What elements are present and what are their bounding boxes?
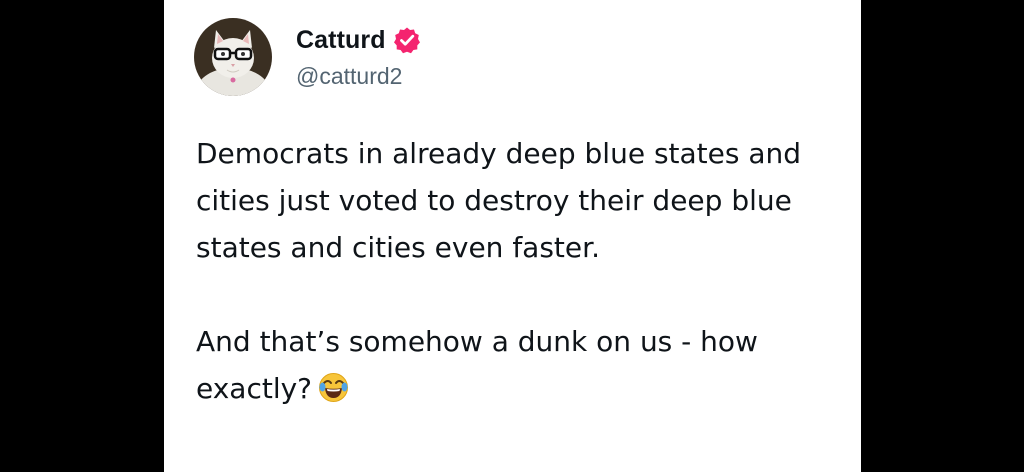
tweet-paragraph-2-text: And that’s somehow a dunk on us - how ex… [196, 325, 758, 405]
display-name[interactable]: Catturd [296, 26, 386, 55]
name-row: Catturd [296, 20, 421, 60]
tweet-paragraph-1: Democrats in already deep blue states an… [196, 137, 802, 264]
cat-with-glasses-avatar-icon [194, 18, 272, 96]
screenshot-frame: Catturd @catturd2 Democrats in already d… [0, 0, 1024, 472]
tweet-header: Catturd @catturd2 [194, 18, 421, 96]
verified-badge-icon [393, 26, 421, 54]
tweet-paragraph-2: And that’s somehow a dunk on us - how ex… [196, 318, 846, 412]
face-with-tears-of-joy-emoji-icon [318, 370, 349, 402]
tweet-body: Democrats in already deep blue states an… [196, 130, 846, 412]
tweet-card[interactable]: Catturd @catturd2 Democrats in already d… [164, 0, 861, 472]
author-names: Catturd @catturd2 [296, 20, 421, 90]
user-handle[interactable]: @catturd2 [296, 63, 421, 90]
avatar[interactable] [194, 18, 272, 96]
